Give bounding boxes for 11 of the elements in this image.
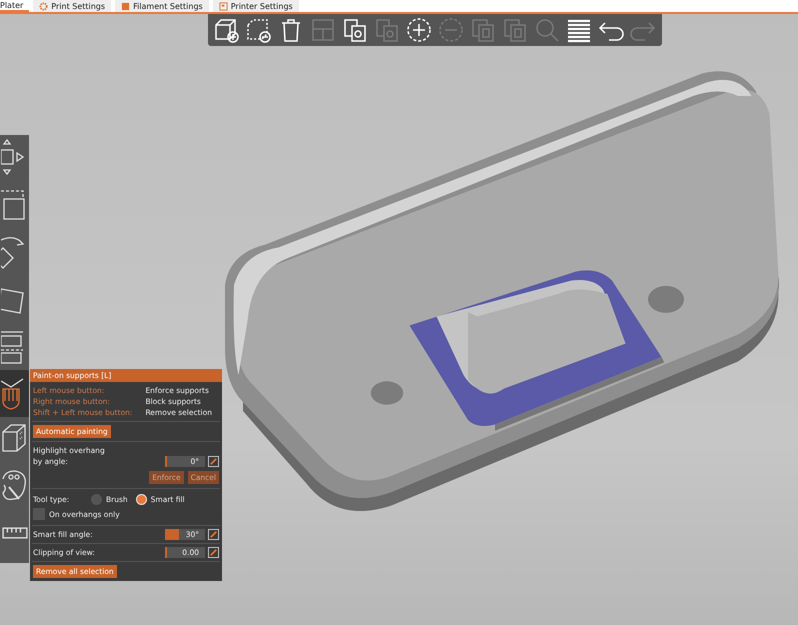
supports-tool-button[interactable] [0,370,29,417]
checkbox[interactable] [33,508,45,520]
pencil-icon[interactable] [208,547,219,558]
3d-viewport[interactable] [0,14,798,625]
tab[interactable]: Printer Settings [212,0,299,12]
tab[interactable]: Filament Settings [115,0,209,12]
tab[interactable]: Plater [0,0,30,12]
tab[interactable]: Print Settings [33,0,112,12]
pencil-icon[interactable] [208,456,219,467]
pencil-icon[interactable] [208,529,219,540]
measure-tool-icon [2,527,28,539]
